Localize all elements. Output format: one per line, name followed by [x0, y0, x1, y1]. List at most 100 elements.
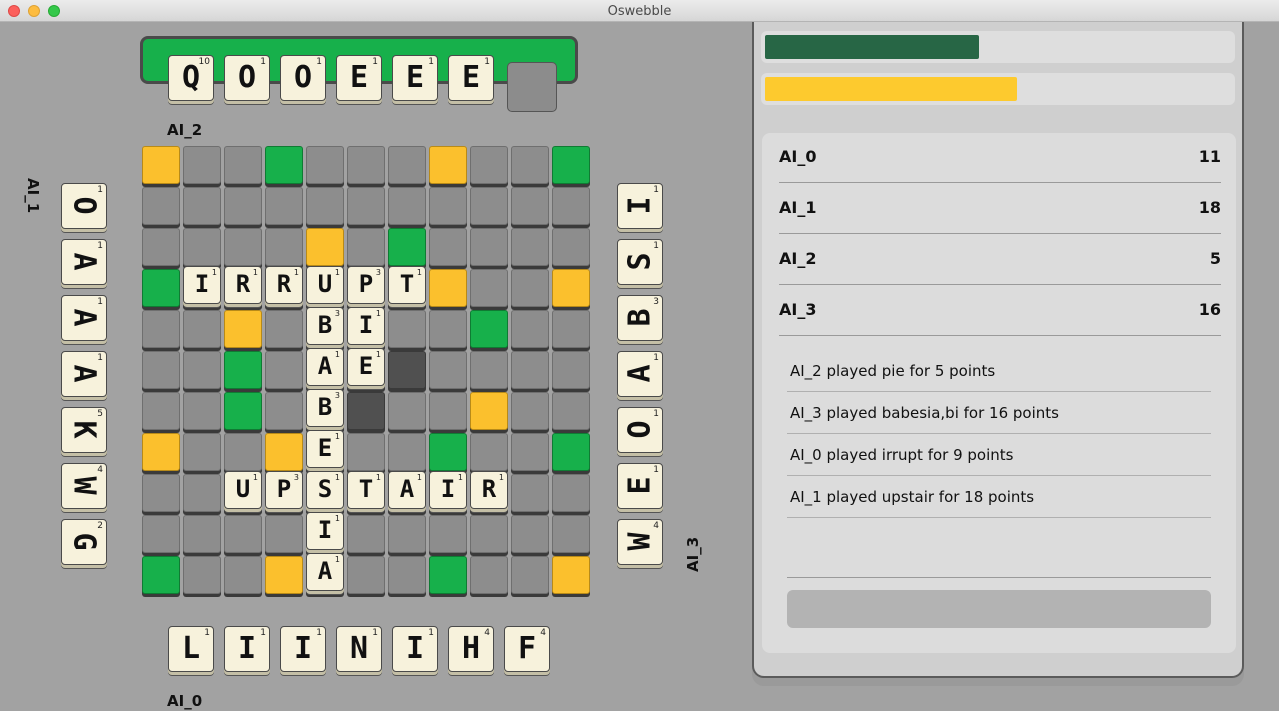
board-cell[interactable]	[388, 433, 426, 471]
letter-tile[interactable]: A1	[617, 351, 663, 397]
board-cell[interactable]	[183, 310, 221, 348]
board-cell[interactable]	[511, 187, 549, 225]
letter-tile[interactable]: O1	[224, 55, 270, 101]
board-cell[interactable]	[552, 392, 590, 430]
board-cell[interactable]	[470, 433, 508, 471]
letter-tile[interactable]: T1	[388, 266, 426, 304]
board-cell[interactable]	[470, 556, 508, 594]
board-cell[interactable]	[511, 556, 549, 594]
board-cell[interactable]	[183, 351, 221, 389]
premium-cell-yellow[interactable]	[306, 228, 344, 266]
premium-cell-yellow[interactable]	[552, 269, 590, 307]
board-cell[interactable]	[142, 515, 180, 553]
board-cell[interactable]	[142, 187, 180, 225]
letter-tile[interactable]: S1	[306, 471, 344, 509]
letter-tile[interactable]: W4	[61, 463, 107, 509]
letter-tile[interactable]: A1	[306, 348, 344, 386]
board-cell[interactable]	[142, 474, 180, 512]
board-cell[interactable]	[306, 146, 344, 184]
premium-cell-green[interactable]	[552, 146, 590, 184]
letter-tile[interactable]: E1	[448, 55, 494, 101]
premium-cell-yellow[interactable]	[429, 269, 467, 307]
premium-cell-green[interactable]	[265, 146, 303, 184]
letter-tile[interactable]: U1	[224, 471, 262, 509]
board-cell[interactable]	[347, 433, 385, 471]
premium-cell-yellow[interactable]	[265, 433, 303, 471]
board-cell[interactable]	[429, 228, 467, 266]
letter-tile[interactable]: I1	[224, 626, 270, 672]
board-cell[interactable]	[224, 187, 262, 225]
premium-cell-yellow[interactable]	[224, 310, 262, 348]
board-cell[interactable]	[183, 228, 221, 266]
premium-cell-yellow[interactable]	[142, 146, 180, 184]
board-cell[interactable]	[511, 392, 549, 430]
letter-tile[interactable]: O1	[280, 55, 326, 101]
premium-cell-green[interactable]	[552, 433, 590, 471]
board-cell[interactable]	[183, 146, 221, 184]
board-cell[interactable]	[265, 228, 303, 266]
board-cell[interactable]	[142, 392, 180, 430]
board-cell[interactable]	[511, 433, 549, 471]
board-cell[interactable]	[265, 515, 303, 553]
board-cell[interactable]	[183, 515, 221, 553]
board-cell[interactable]	[183, 392, 221, 430]
board-cell[interactable]	[388, 187, 426, 225]
letter-tile[interactable]: E1	[617, 463, 663, 509]
letter-tile[interactable]: O1	[617, 407, 663, 453]
board-cell[interactable]	[552, 515, 590, 553]
letter-tile[interactable]: I1	[306, 512, 344, 550]
board-cell[interactable]	[388, 146, 426, 184]
board-cell[interactable]	[511, 146, 549, 184]
board-cell[interactable]	[183, 433, 221, 471]
letter-tile[interactable]: A1	[61, 239, 107, 285]
premium-cell-yellow[interactable]	[552, 556, 590, 594]
board-cell[interactable]	[552, 310, 590, 348]
board-cell[interactable]	[429, 310, 467, 348]
board-cell[interactable]	[265, 392, 303, 430]
board-cell[interactable]	[224, 228, 262, 266]
board-cell[interactable]	[511, 515, 549, 553]
letter-tile[interactable]: O1	[61, 183, 107, 229]
board-cell[interactable]	[347, 187, 385, 225]
letter-tile[interactable]: B3	[306, 307, 344, 345]
board-cell[interactable]	[388, 392, 426, 430]
letter-tile[interactable]: A1	[388, 471, 426, 509]
board-cell[interactable]	[224, 146, 262, 184]
letter-tile[interactable]: E1	[336, 55, 382, 101]
letter-tile[interactable]: R1	[265, 266, 303, 304]
board-cell[interactable]	[470, 351, 508, 389]
board-cell[interactable]	[388, 310, 426, 348]
board-cell[interactable]	[347, 146, 385, 184]
letter-tile[interactable]: E1	[306, 430, 344, 468]
letter-tile[interactable]: H4	[448, 626, 494, 672]
letter-tile[interactable]: I1	[347, 307, 385, 345]
premium-cell-yellow[interactable]	[142, 433, 180, 471]
letter-tile[interactable]: I1	[429, 471, 467, 509]
board-cell[interactable]	[142, 310, 180, 348]
premium-cell-green[interactable]	[429, 433, 467, 471]
premium-cell-yellow[interactable]	[470, 392, 508, 430]
board-cell[interactable]	[552, 474, 590, 512]
board-cell[interactable]	[347, 556, 385, 594]
premium-cell-green[interactable]	[224, 392, 262, 430]
board-cell[interactable]	[511, 474, 549, 512]
board-cell[interactable]	[142, 228, 180, 266]
letter-tile[interactable]: A1	[306, 553, 344, 591]
board-cell[interactable]	[306, 187, 344, 225]
board-cell[interactable]	[470, 146, 508, 184]
letter-tile[interactable]: L1	[168, 626, 214, 672]
board-cell[interactable]	[388, 515, 426, 553]
board-cell[interactable]	[224, 433, 262, 471]
premium-cell-green[interactable]	[224, 351, 262, 389]
highlighted-cell[interactable]	[347, 392, 385, 430]
letter-tile[interactable]: F4	[504, 626, 550, 672]
board-cell[interactable]	[388, 556, 426, 594]
premium-cell-green[interactable]	[142, 269, 180, 307]
letter-tile[interactable]: B3	[306, 389, 344, 427]
premium-cell-yellow[interactable]	[429, 146, 467, 184]
board-cell[interactable]	[347, 515, 385, 553]
board-cell[interactable]	[470, 187, 508, 225]
letter-tile[interactable]: I1	[183, 266, 221, 304]
board-cell[interactable]	[511, 228, 549, 266]
letter-tile[interactable]: R1	[224, 266, 262, 304]
